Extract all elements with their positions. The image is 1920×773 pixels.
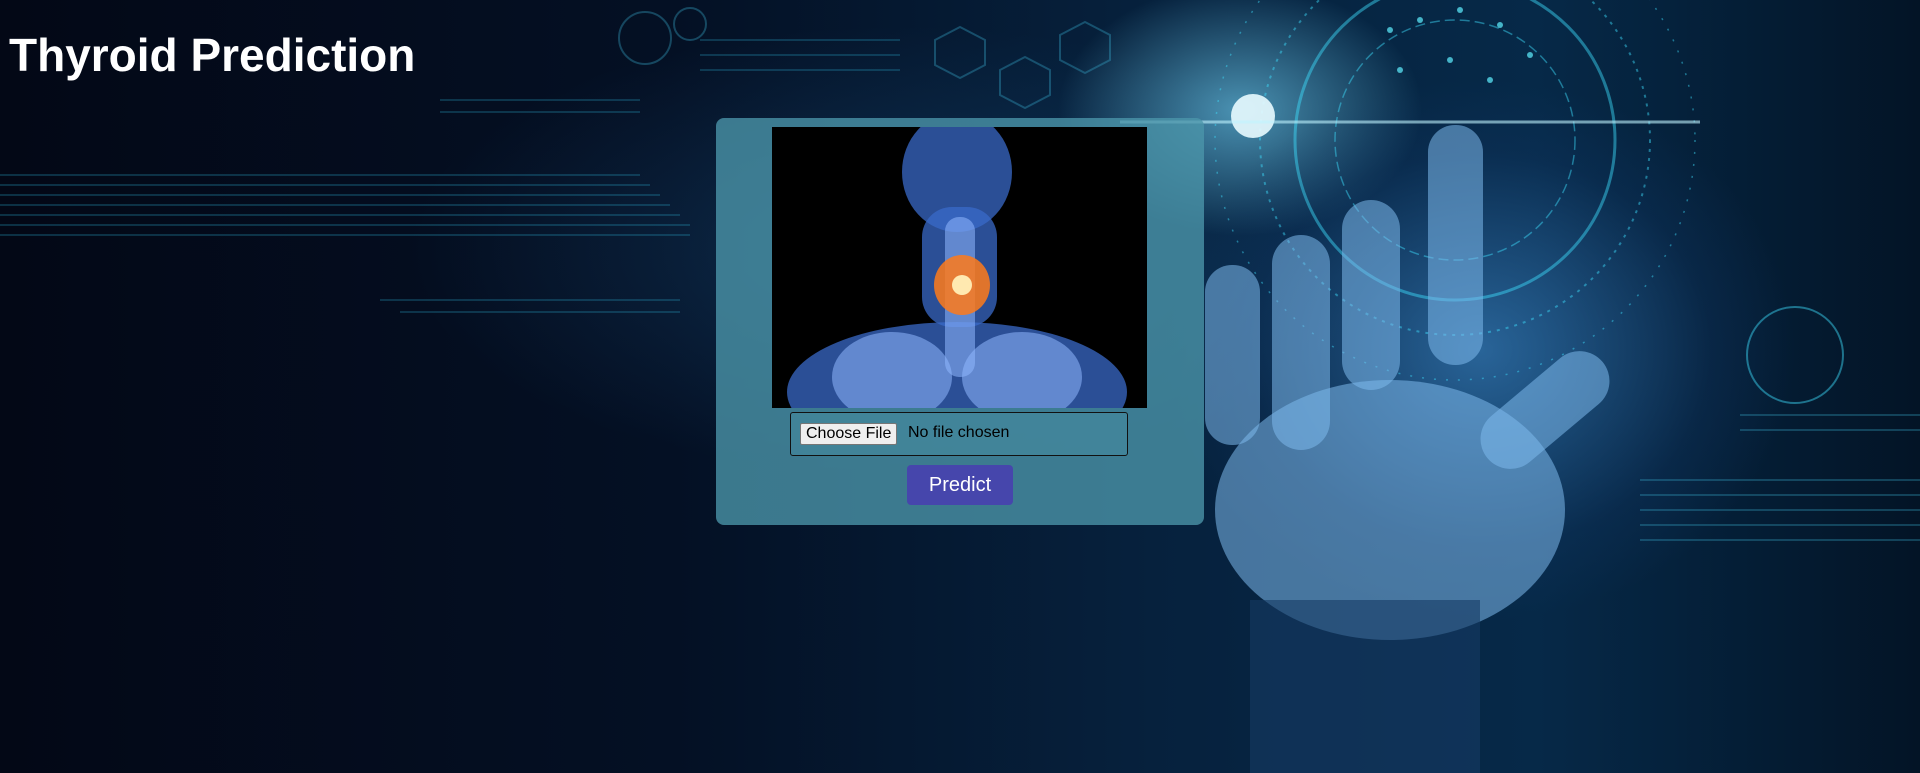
file-status-text: No file chosen xyxy=(908,424,1010,441)
upload-card: Choose File No file chosen Predict xyxy=(716,118,1204,525)
thyroid-illustration xyxy=(772,127,1147,408)
choose-file-button[interactable]: Choose File xyxy=(800,423,898,445)
file-input[interactable]: Choose File No file chosen xyxy=(790,412,1128,456)
predict-button[interactable]: Predict xyxy=(907,465,1013,505)
page-title: Thyroid Prediction xyxy=(9,29,416,81)
